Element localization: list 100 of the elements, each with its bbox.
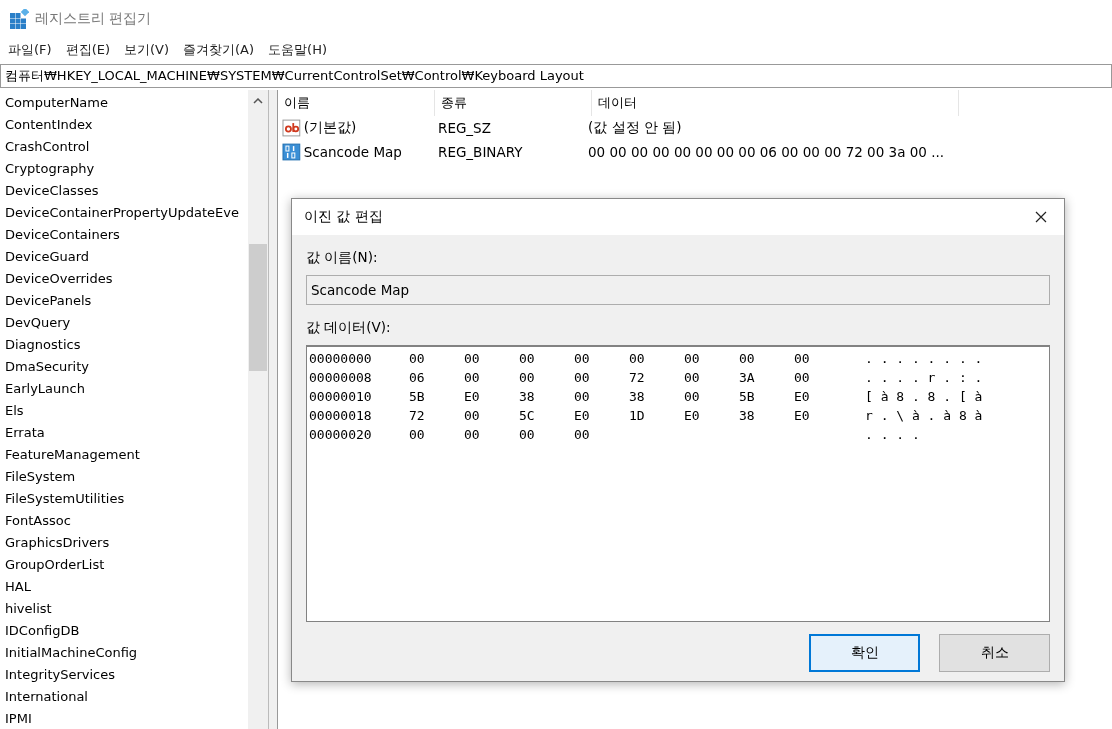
hex-offset: 00000000 — [309, 351, 373, 366]
tree-item[interactable]: ComputerName — [0, 92, 248, 114]
tree-item[interactable]: DeviceContainers — [0, 224, 248, 246]
hex-byte: E0 — [794, 408, 811, 423]
window-title: 레지스트리 편집기 — [35, 10, 152, 28]
value-type: REG_BINARY — [437, 144, 524, 160]
hex-byte: E0 — [684, 408, 701, 423]
dialog-title: 이진 값 편집 — [304, 208, 383, 226]
scroll-up-icon[interactable] — [253, 98, 263, 104]
value-name[interactable]: (기본값) — [303, 119, 432, 137]
hex-byte: 00 — [519, 427, 536, 442]
menu-item[interactable]: 즐겨찾기(A) — [183, 41, 255, 59]
hex-byte: 00 — [464, 427, 481, 442]
hex-byte: 00 — [794, 351, 811, 366]
hex-byte: E0 — [464, 389, 481, 404]
tree-item[interactable]: International — [0, 686, 248, 708]
hex-byte: E0 — [574, 408, 591, 423]
tree-item[interactable]: DevicePanels — [0, 290, 248, 312]
ascii-text: . . . . . . . . — [865, 351, 983, 366]
registry-icon — [9, 9, 29, 29]
tree-item[interactable]: IPMI — [0, 708, 248, 729]
address-bar[interactable]: 컴퓨터₩HKEY_LOCAL_MACHINE₩SYSTEM₩CurrentControlSet₩Control₩Keyboard Layout — [0, 64, 1112, 88]
tree-item[interactable]: Errata — [0, 422, 248, 444]
field-label: 값 데이터(V): — [306, 319, 392, 337]
hex-byte: E0 — [794, 389, 811, 404]
hex-offset: 00000010 — [309, 389, 373, 404]
hex-byte: 00 — [464, 351, 481, 366]
hex-offset: 00000020 — [309, 427, 373, 442]
hex-byte: 00 — [574, 427, 591, 442]
tree-item[interactable]: FontAssoc — [0, 510, 248, 532]
tree-item[interactable]: DeviceOverrides — [0, 268, 248, 290]
tree-item[interactable]: InitialMachineConfig — [0, 642, 248, 664]
close-icon — [1035, 211, 1047, 223]
menu-item[interactable]: 파일(F) — [8, 41, 52, 59]
tree-item[interactable]: FileSystem — [0, 466, 248, 488]
hex-byte: 00 — [519, 351, 536, 366]
hex-byte: 38 — [629, 389, 646, 404]
hex-byte: 72 — [629, 370, 646, 385]
scrollbar[interactable] — [248, 90, 268, 729]
value-name[interactable]: Scancode Map — [303, 144, 432, 160]
hex-byte: 06 — [409, 370, 426, 385]
scroll-thumb[interactable] — [249, 244, 267, 371]
hex-byte: 3A — [739, 370, 756, 385]
menu-item[interactable]: 편집(E) — [65, 41, 110, 59]
hex-byte: 72 — [409, 408, 426, 423]
tree-item[interactable]: HAL — [0, 576, 248, 598]
value-data: 00 00 00 00 00 00 00 00 06 00 00 00 72 00 3a 00 ... — [587, 144, 946, 160]
hex-byte: 5B — [409, 389, 426, 404]
value-name-field[interactable]: Scancode Map — [306, 275, 1050, 305]
value-type: REG_SZ — [437, 120, 492, 136]
ascii-text: r . \ à . à 8 à — [865, 408, 983, 423]
dialog-button[interactable]: 취소 — [939, 634, 1050, 672]
hex-byte: 00 — [739, 351, 756, 366]
hex-byte: 38 — [519, 389, 536, 404]
tree-item[interactable]: DevQuery — [0, 312, 248, 334]
hex-byte: 5B — [739, 389, 756, 404]
column-header[interactable]: 이름 — [278, 90, 435, 116]
tree-item[interactable]: Cryptography — [0, 158, 248, 180]
pane-splitter[interactable] — [269, 90, 278, 729]
ascii-text: [ à 8 . 8 . [ à — [865, 389, 983, 404]
hex-byte: 00 — [464, 370, 481, 385]
tree-item[interactable]: DmaSecurity — [0, 356, 248, 378]
menu-item[interactable]: 도움말(H) — [268, 41, 327, 59]
hex-byte: 1D — [629, 408, 646, 423]
hex-byte: 00 — [684, 351, 701, 366]
tree-item[interactable]: ContentIndex — [0, 114, 248, 136]
tree-item[interactable]: IDConfigDB — [0, 620, 248, 642]
tree-item[interactable]: DeviceClasses — [0, 180, 248, 202]
menu-item[interactable]: 보기(V) — [124, 41, 170, 59]
hex-byte: 00 — [684, 389, 701, 404]
binary-value-icon — [282, 143, 302, 161]
ascii-text: . . . . r . : . — [865, 370, 983, 385]
hex-byte: 00 — [519, 370, 536, 385]
tree-item[interactable]: FeatureManagement — [0, 444, 248, 466]
tree-item[interactable]: FileSystemUtilities — [0, 488, 248, 510]
hex-byte: 00 — [409, 427, 426, 442]
dialog-button[interactable]: 확인 — [809, 634, 920, 672]
hex-byte: 00 — [574, 351, 591, 366]
hex-byte: 00 — [629, 351, 646, 366]
tree-item[interactable]: Diagnostics — [0, 334, 248, 356]
hex-byte: 5C — [519, 408, 536, 423]
tree-item[interactable]: IntegrityServices — [0, 664, 248, 686]
column-header[interactable]: 종류 — [435, 90, 592, 116]
tree-item[interactable]: GroupOrderList — [0, 554, 248, 576]
hex-byte: 00 — [574, 389, 591, 404]
hex-byte: 00 — [464, 408, 481, 423]
hex-offset: 00000008 — [309, 370, 373, 385]
column-header[interactable]: 데이터 — [592, 90, 959, 116]
tree-item[interactable]: hivelist — [0, 598, 248, 620]
value-data: (값 설정 안 됨) — [587, 119, 683, 137]
tree-item[interactable]: Els — [0, 400, 248, 422]
tree-item[interactable]: GraphicsDrivers — [0, 532, 248, 554]
hex-editor[interactable] — [306, 345, 1050, 622]
hex-byte: 00 — [684, 370, 701, 385]
tree-item[interactable]: DeviceContainerPropertyUpdateEve — [0, 202, 248, 224]
tree-item[interactable]: DeviceGuard — [0, 246, 248, 268]
tree-item[interactable]: CrashControl — [0, 136, 248, 158]
text-value-icon — [282, 119, 302, 137]
tree-item[interactable]: EarlyLaunch — [0, 378, 248, 400]
hex-byte: 00 — [794, 370, 811, 385]
